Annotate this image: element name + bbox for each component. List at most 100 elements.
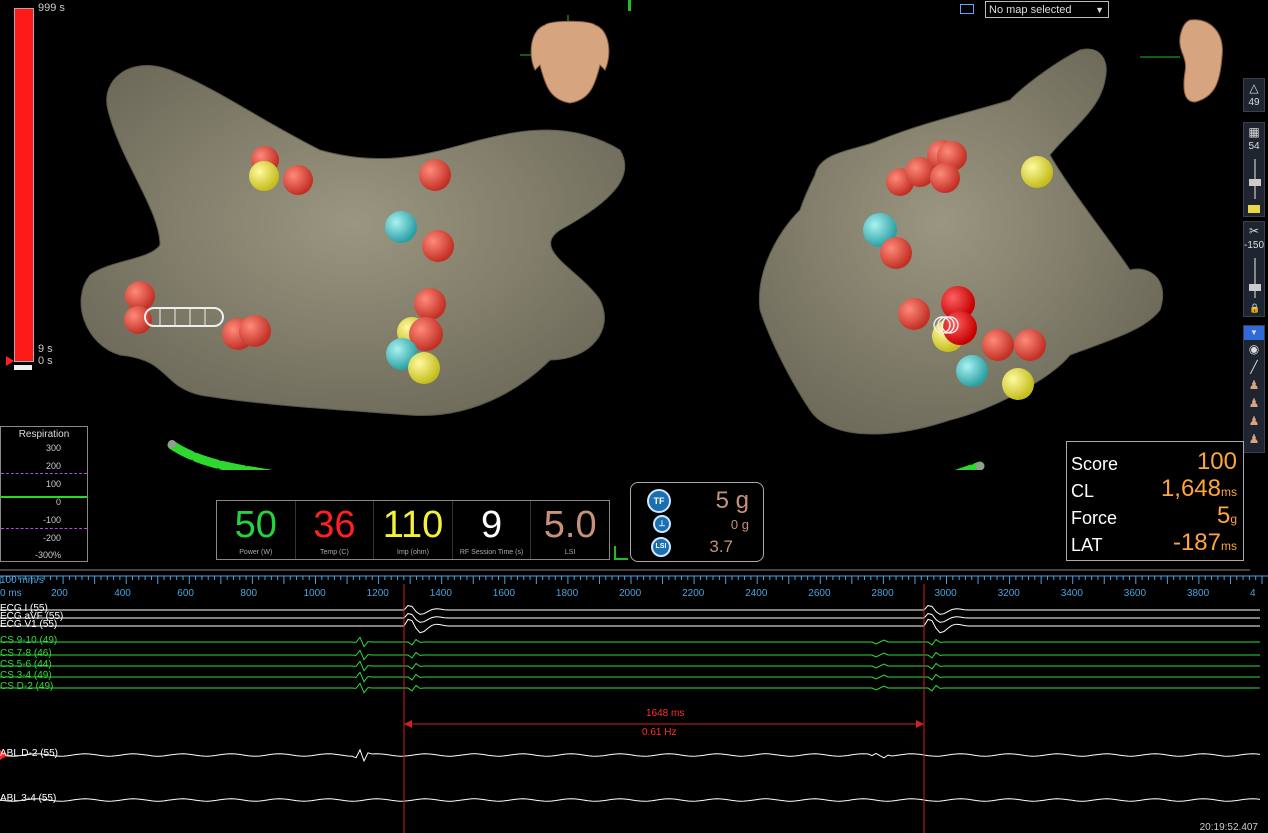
torso-orientation-icon-left[interactable] (520, 15, 620, 105)
signal-trace (0, 613, 1260, 623)
resp-tick: -100 (42, 515, 61, 525)
rf-session-time-label: RF Session Time (s) (459, 549, 524, 556)
ruler-label: 3000 (934, 588, 957, 599)
score-key: Score (1071, 454, 1119, 474)
map-layout-icon[interactable] (960, 4, 974, 14)
score-row: Score 100 (1071, 448, 1237, 475)
channel-label[interactable]: CS 3-4 (49) (0, 671, 52, 681)
ruler-label: 1800 (555, 588, 579, 599)
session-timeline-bar[interactable] (14, 8, 34, 362)
lat-key: LAT (1071, 535, 1103, 555)
score-panel: Score 100 CL 1,648ms Force 5g LAT -187ms (1066, 441, 1244, 561)
clip-plane-control[interactable]: ✂ -150 🔒 (1243, 221, 1265, 317)
map-select-dropdown[interactable]: No map selected ▼ (985, 1, 1109, 18)
transparency-slider-thumb[interactable] (1249, 179, 1261, 186)
resp-lower-limit (1, 528, 87, 529)
score-value: 100 (1196, 448, 1237, 475)
lock-icon[interactable]: 🔒 (1249, 303, 1260, 314)
torso-ap-icon[interactable]: ♟ (1244, 376, 1264, 394)
lsi-label: LSI (564, 549, 576, 556)
force-row: Force 5g (1071, 502, 1237, 529)
view-toolbar: △ 49 ▦ 54 ✂ -150 🔒 ▼ ◉ ╱ ♟ ♟ ♟ ♟ (1243, 78, 1267, 457)
force-value: 5g (1216, 502, 1237, 529)
channel-label[interactable]: ECG V1 (55) (0, 620, 57, 630)
lsi-badge-icon: LSI (651, 537, 671, 557)
signal-trace (0, 618, 1260, 634)
rf-session-time-cell: 9 RF Session Time (s) (453, 501, 532, 559)
torso-rl-icon[interactable]: ♟ (1244, 430, 1264, 448)
respiration-title: Respiration (18, 429, 70, 440)
resp-trace (1, 496, 87, 498)
total-force-value: 5 g (715, 487, 749, 514)
cycle-length-key: CL (1071, 481, 1095, 501)
channel-label[interactable]: ABL D-2 (55) (0, 749, 58, 759)
caliper-hz-label: 0.61 Hz (642, 727, 677, 738)
clock-label: 20:19:52.407 (1199, 822, 1258, 833)
resp-tick: -300% (34, 550, 61, 560)
catheter-icon[interactable]: ╱ (1244, 358, 1264, 376)
channel-label[interactable]: ABL 3-4 (55) (0, 794, 56, 804)
power-label: Power (W) (239, 549, 273, 556)
channel-label[interactable]: CS 9-10 (49) (0, 636, 57, 646)
timeline-base-marker (14, 365, 32, 370)
clip-slider-track[interactable] (1254, 258, 1256, 298)
resp-upper-limit (1, 473, 87, 474)
torso-lat-icon[interactable]: ♟ (1244, 412, 1264, 430)
caliper-arrow-left (404, 720, 412, 728)
resp-tick: 300 (45, 443, 61, 453)
opacity-value: 49 (1248, 97, 1260, 108)
ruler-label: 3200 (997, 588, 1020, 599)
power-cell: 50 Power (W) (217, 501, 296, 559)
channel-label[interactable]: CS 7-8 (46) (0, 649, 52, 659)
resp-tick: 0 (55, 497, 61, 507)
signal-trace (0, 798, 1261, 802)
anatomy-view-right[interactable] (730, 0, 1210, 470)
light-icon[interactable] (1248, 205, 1260, 213)
force-key: Force (1071, 508, 1118, 528)
ruler-label: 3800 (1186, 588, 1210, 599)
signal-trace (0, 748, 1261, 763)
channel-label[interactable]: CS 5-6 (44) (0, 660, 52, 670)
temperature-cell: 36 Temp (C) (296, 501, 375, 559)
clip-value: -150 (1244, 240, 1265, 251)
timeline-slider-handle[interactable] (6, 356, 14, 366)
signal-trace (0, 660, 1260, 672)
caliper-ms-label: 1648 ms (646, 708, 685, 719)
ruler-label: 2200 (682, 588, 705, 599)
opacity-control[interactable]: △ 49 (1243, 78, 1265, 112)
clip-slider-thumb[interactable] (1249, 284, 1261, 291)
torso-pa-icon[interactable]: ♟ (1244, 394, 1264, 412)
ruler-label: 1400 (429, 588, 452, 599)
ruler-label: 4 (1250, 588, 1256, 599)
signal-trace (0, 605, 1260, 615)
signal-trace (0, 649, 1260, 661)
force-lsi-value: 3.7 (709, 537, 733, 556)
presets-dropdown-icon[interactable]: ▼ (1244, 326, 1264, 340)
signal-trace (0, 682, 1260, 694)
eye-icon[interactable]: ◉ (1244, 340, 1264, 358)
resp-tick: 100 (45, 479, 61, 489)
ruler-label: 1200 (366, 588, 389, 599)
signal-trace (0, 671, 1260, 683)
ruler-label: 1000 (303, 588, 326, 599)
impedance-cell: 110 Imp (ohm) (374, 501, 453, 559)
contact-force-panel: TF 5 g ⊥ 0 g LSI 3.7 (630, 482, 764, 562)
cs-catheter-right (954, 461, 985, 470)
impedance-value: 110 (382, 504, 444, 546)
impedance-label: Imp (ohm) (397, 549, 429, 556)
channel-label[interactable]: CS D-2 (49) (0, 682, 53, 692)
ruler-label: 2600 (808, 588, 831, 599)
axial-force-icon: ⊥ (653, 515, 671, 533)
map-select-value: No map selected (989, 4, 1072, 16)
ruler-label: 3400 (1060, 588, 1083, 599)
lat-row: LAT -187ms (1071, 529, 1237, 556)
sweep-speed-label[interactable]: 100 mm/s (0, 576, 44, 586)
cycle-length-row: CL 1,648ms (1071, 475, 1237, 502)
view-presets: ▼ ◉ ╱ ♟ ♟ ♟ ♟ (1243, 325, 1265, 453)
transparency-control[interactable]: ▦ 54 (1243, 122, 1265, 217)
ruler-label: 400 (114, 588, 131, 599)
ruler-label: 1600 (492, 588, 516, 599)
tf-badge-icon: TF (647, 489, 671, 513)
electrogram-signals-panel[interactable]: 100 mm/s 0 ms 200 400 600 800 1000 1200 1400 160… (0, 568, 1268, 833)
power-value: 50 (234, 504, 277, 546)
